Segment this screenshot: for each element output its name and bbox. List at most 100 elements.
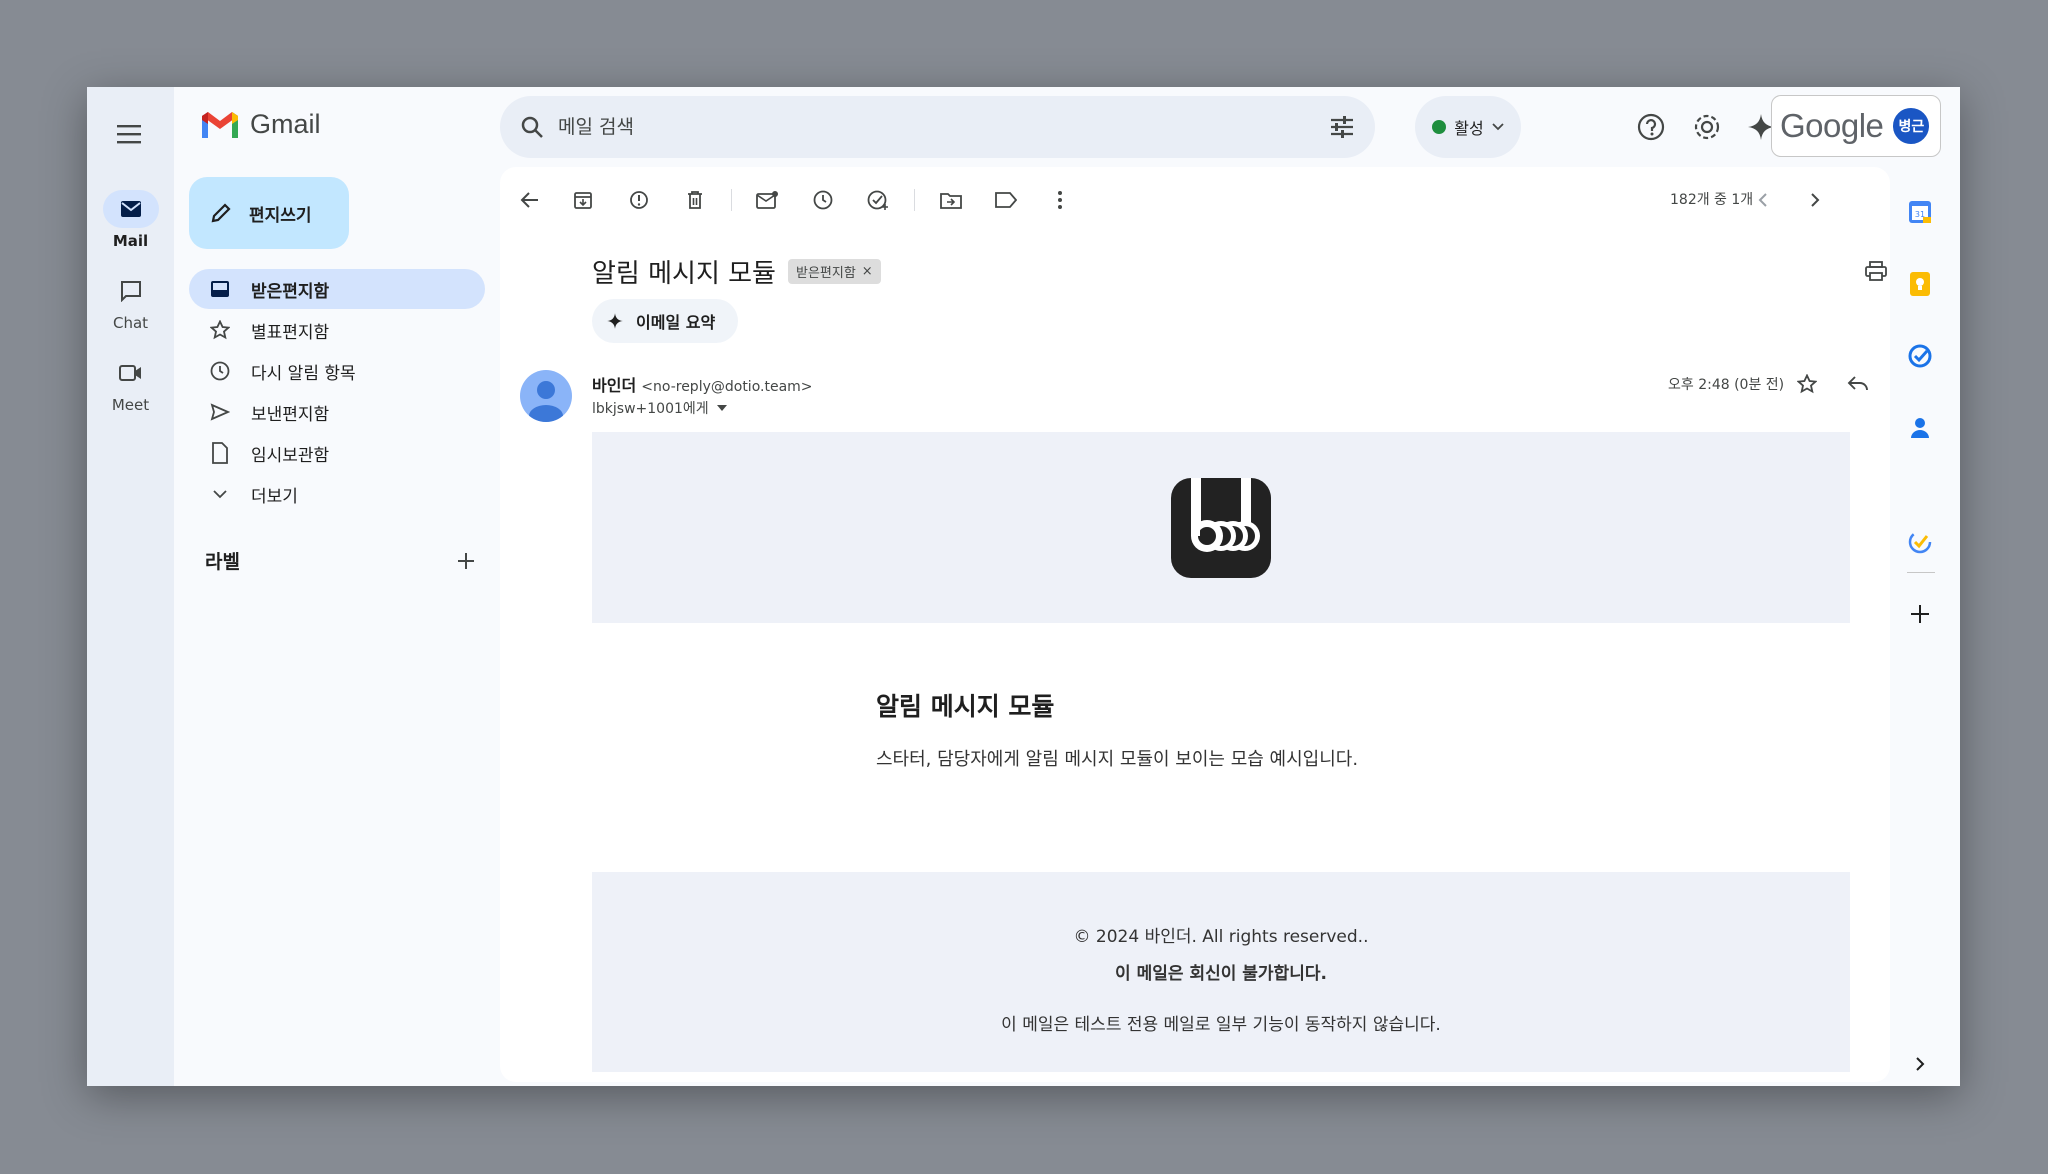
keep-button[interactable] — [1895, 259, 1945, 309]
contacts-icon — [1911, 418, 1929, 438]
chat-icon — [103, 272, 159, 310]
nav-item-more[interactable]: 더보기 — [189, 474, 485, 514]
mark-unread-icon — [756, 191, 778, 209]
rail-mail-label: Mail — [112, 232, 149, 250]
search-icon[interactable] — [520, 115, 544, 139]
inbox-icon — [209, 278, 231, 300]
rail-mail[interactable]: Mail — [87, 190, 174, 250]
gmail-m-icon — [202, 111, 238, 138]
footer-noreply: 이 메일은 회신이 불가합니다. — [1115, 964, 1327, 984]
person-icon — [529, 381, 563, 422]
keep-icon — [1910, 272, 1930, 296]
calendar-button[interactable]: 31 — [1895, 187, 1945, 237]
email-footer: © 2024 바인더. All rights reserved.. 이 메일은 … — [592, 872, 1850, 1072]
summary-label: 이메일 요약 — [636, 313, 716, 332]
folder-move-icon — [940, 193, 962, 209]
folder-chip[interactable]: 받은편지함 × — [787, 259, 881, 284]
sender-name[interactable]: 바인더 — [592, 376, 636, 395]
star-button[interactable] — [1794, 371, 1820, 397]
help-icon — [1637, 113, 1665, 141]
tasks-button[interactable] — [1895, 331, 1945, 381]
rail-chat-label: Chat — [112, 314, 149, 332]
nav-item-label: 임시보관함 — [251, 445, 330, 466]
star-icon — [1797, 374, 1817, 394]
main-menu-button[interactable] — [113, 117, 147, 151]
more-actions-button[interactable] — [1047, 187, 1073, 213]
nav-item-label: 더보기 — [251, 486, 298, 507]
expand-side-panel-button[interactable] — [1895, 1039, 1945, 1086]
gmail-logo[interactable]: Gmail — [200, 109, 321, 140]
toolbar-divider — [731, 189, 732, 211]
avatar[interactable]: 병근 — [1891, 106, 1932, 146]
reply-button[interactable] — [1845, 371, 1871, 397]
mark-unread-button[interactable] — [754, 187, 780, 213]
nav-item-label: 보낸편지함 — [251, 404, 330, 425]
chevron-down-icon — [1492, 123, 1504, 131]
recipient-line[interactable]: lbkjsw+1001에게 — [592, 398, 727, 418]
compose-button[interactable]: 편지쓰기 — [189, 177, 349, 249]
nav-item-inbox[interactable]: 받은편지함 — [189, 269, 485, 309]
search-bar[interactable] — [500, 96, 1375, 158]
status-label: 활성 — [1454, 119, 1484, 138]
reply-icon — [1847, 376, 1868, 391]
rail-chat[interactable]: Chat — [87, 272, 174, 332]
more-vert-icon — [1058, 191, 1062, 209]
tasks-icon — [1908, 344, 1932, 368]
calendar-icon: 31 — [1909, 201, 1931, 223]
mail-icon — [102, 190, 159, 228]
sender-avatar[interactable] — [520, 370, 572, 422]
contacts-button[interactable] — [1895, 403, 1945, 453]
chevron-right-icon — [1916, 1057, 1925, 1071]
account-switcher[interactable]: Google 병근 — [1771, 95, 1941, 157]
spam-icon — [630, 191, 648, 209]
email-body-text: 스타터, 담당자에게 알림 메시지 모듈이 보이는 모습 예시입니다. — [876, 749, 1359, 770]
side-divider — [1907, 572, 1935, 573]
move-to-button[interactable] — [938, 187, 964, 213]
chevron-down-icon — [209, 483, 231, 505]
plus-icon — [1911, 605, 1929, 623]
add-label-icon[interactable] — [457, 552, 475, 570]
older-button[interactable] — [1802, 187, 1828, 213]
print-icon — [1865, 261, 1887, 281]
nav-item-sent[interactable]: 보낸편지함 — [189, 392, 485, 432]
back-button[interactable] — [517, 187, 543, 213]
message-panel: 182개 중 1개 알림 메시지 모듈 받은편지함 × 이메일 요약 바인더 <… — [500, 167, 1890, 1082]
snooze-button[interactable] — [810, 187, 836, 213]
add-task-icon — [867, 190, 888, 210]
nav-item-drafts[interactable]: 임시보관함 — [189, 433, 485, 473]
archive-button[interactable] — [570, 187, 596, 213]
print-button[interactable] — [1863, 258, 1889, 284]
status-selector[interactable]: 활성 — [1415, 96, 1521, 158]
rail-meet[interactable]: Meet — [87, 354, 174, 414]
newer-button[interactable] — [1750, 187, 1776, 213]
close-icon[interactable]: × — [862, 264, 873, 279]
message-time: 오후 2:48 (0분 전) — [1668, 377, 1785, 393]
arrow-left-icon — [520, 192, 538, 208]
report-spam-button[interactable] — [626, 187, 652, 213]
addon-button[interactable] — [1895, 517, 1945, 567]
labels-section: 라벨 — [205, 547, 475, 574]
search-options-icon[interactable] — [1329, 115, 1355, 139]
clock-icon — [813, 190, 833, 210]
nav-item-label: 받은편지함 — [251, 281, 330, 302]
trash-icon — [688, 191, 702, 209]
addon-check-icon — [1908, 530, 1932, 554]
label-button[interactable] — [993, 187, 1019, 213]
add-task-button[interactable] — [865, 187, 891, 213]
subject-text: 알림 메시지 모듈 — [592, 259, 776, 289]
caret-down-icon[interactable] — [716, 405, 727, 411]
settings-button[interactable] — [1689, 109, 1725, 145]
nav-item-starred[interactable]: 별표편지함 — [189, 310, 485, 350]
folder-chip-label: 받은편지함 — [795, 266, 856, 281]
star-icon — [209, 319, 231, 341]
delete-button[interactable] — [682, 187, 708, 213]
summarize-email-button[interactable]: 이메일 요약 — [592, 299, 738, 343]
labels-heading: 라벨 — [205, 551, 240, 573]
footer-copyright: © 2024 바인더. All rights reserved.. — [1073, 927, 1369, 947]
rail-meet-label: Meet — [111, 396, 150, 414]
search-input[interactable] — [558, 116, 1329, 138]
get-addons-button[interactable] — [1895, 589, 1945, 639]
help-button[interactable] — [1633, 109, 1669, 145]
nav-item-snoozed[interactable]: 다시 알림 항목 — [189, 351, 485, 391]
recipient-text: lbkjsw+1001에게 — [592, 401, 709, 417]
